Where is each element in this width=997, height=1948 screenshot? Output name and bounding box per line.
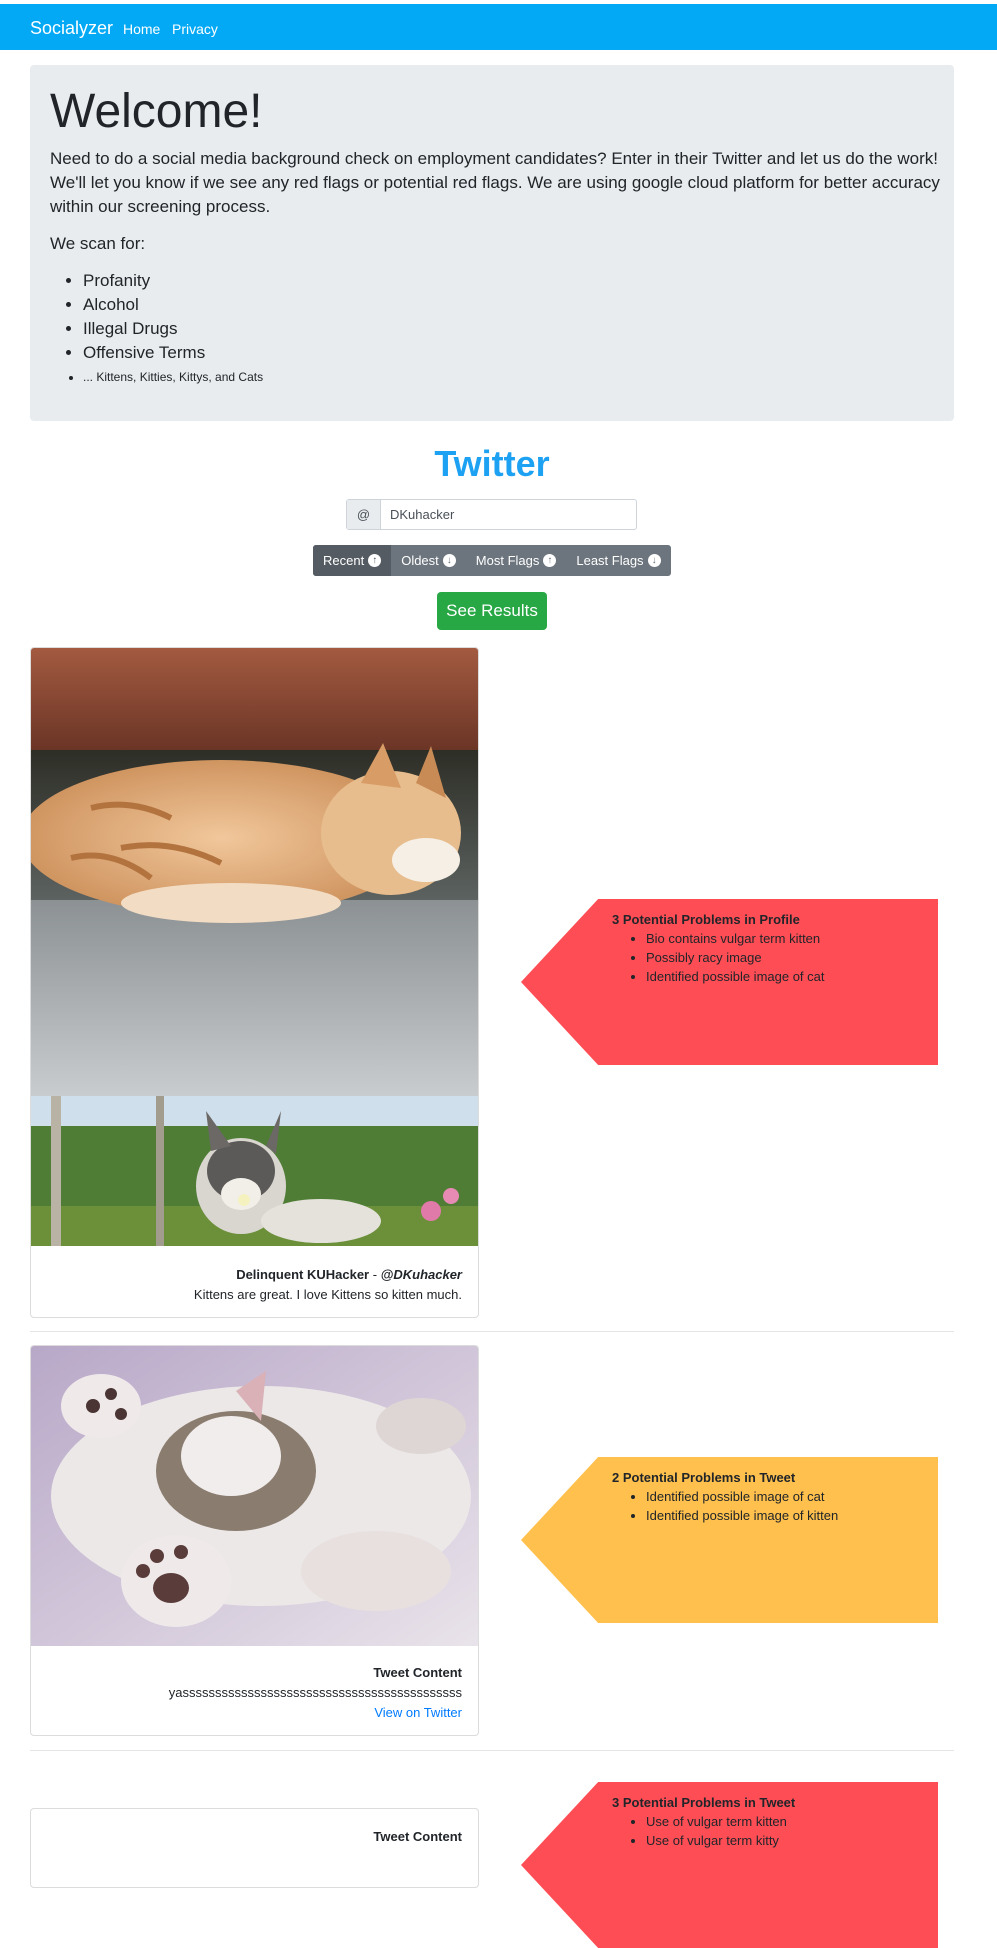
kitten-paws-photo [31,1346,478,1646]
sort-oldest-label: Oldest [401,553,439,568]
arrow-down-circle-icon: ↓ [647,554,661,567]
problem-item: Identified possible image of kitten [646,1506,838,1525]
problems-list: Identified possible image of cat Identif… [612,1487,838,1525]
tweet-problems-callout: 2 Potential Problems in Tweet Identified… [521,1457,938,1623]
handle-input-group: @ [346,499,637,530]
profile-bio: Kittens are great. I love Kittens so kit… [193,1287,462,1302]
twitter-heading: Twitter [434,443,550,484]
tweet-card: Tweet Content yassssssssssssssssssssssss… [30,1345,479,1736]
brand-logo-link[interactable]: Socialyzer [30,18,113,39]
welcome-jumbotron: Welcome! Need to do a social media backg… [30,65,954,421]
tweet-card-body: Tweet Content [373,1827,462,1847]
arrow-down-circle-icon: ↓ [442,554,456,567]
nav-link-privacy[interactable]: Privacy [172,21,218,37]
scan-item: Offensive Terms [83,341,263,365]
sort-least-flags-button[interactable]: Least Flags ↓ [566,545,670,576]
problems-list: Use of vulgar term kitten Use of vulgar … [612,1812,795,1850]
problem-item: Use of vulgar term kitty [646,1831,795,1850]
name-separator: - [369,1267,381,1282]
tweet-content-title: Tweet Content [373,1829,462,1844]
sort-recent-button[interactable]: Recent ↑ [313,545,392,576]
profile-problems-callout: 3 Potential Problems in Profile Bio cont… [521,899,938,1065]
sort-button-group: Recent ↑ Oldest ↓ Most Flags ↑ Least Fla… [313,545,671,576]
sleeping-orange-kitten-photo [31,648,478,1096]
profile-handle: @DKuhacker [380,1267,462,1282]
result-divider [30,1331,954,1332]
nav-link-home[interactable]: Home [123,21,160,37]
arrow-up-circle-icon: ↑ [543,554,557,567]
view-on-twitter-link[interactable]: View on Twitter [169,1703,462,1723]
problem-item: Use of vulgar term kitten [646,1812,795,1831]
see-results-button[interactable]: See Results [437,592,547,630]
arrow-up-circle-icon: ↑ [368,554,382,567]
scan-item: Profanity [83,269,263,293]
sort-most-flags-label: Most Flags [475,553,540,568]
sort-least-flags-label: Least Flags [576,553,644,568]
scan-item: ... Kittens, Kitties, Kittys, and Cats [83,365,263,389]
twitter-handle-input[interactable] [381,500,631,529]
sort-most-flags-button[interactable]: Most Flags ↑ [466,545,567,576]
kitten-smelling-flower-photo [31,1096,478,1246]
scan-item: Alcohol [83,293,263,317]
scan-list: Profanity Alcohol Illegal Drugs Offensiv… [50,269,263,389]
problem-item: Possibly racy image [646,948,825,967]
tweet-card: Tweet Content [30,1808,479,1888]
tweet-content-title: Tweet Content [373,1665,462,1680]
profile-card-body: Delinquent KUHacker - @DKuhacker Kittens… [194,1265,462,1305]
problems-title: 3 Potential Problems in Profile [612,912,800,927]
tweet-card-body: Tweet Content yassssssssssssssssssssssss… [169,1663,462,1723]
problems-title: 2 Potential Problems in Tweet [612,1470,796,1485]
profile-card: Delinquent KUHacker - @DKuhacker Kittens… [30,647,479,1318]
tweet-problems-callout: 3 Potential Problems in Tweet Use of vul… [521,1782,938,1948]
problem-item: Identified possible image of cat [646,967,825,986]
problems-list: Bio contains vulgar term kitten Possibly… [612,929,825,986]
problem-item: Bio contains vulgar term kitten [646,929,825,948]
sort-oldest-button[interactable]: Oldest ↓ [391,545,466,576]
profile-name-line: Delinquent KUHacker - @DKuhacker [194,1265,462,1285]
welcome-title: Welcome! [50,85,263,138]
scan-item: Illegal Drugs [83,317,263,341]
profile-display-name: Delinquent KUHacker [236,1267,370,1282]
navbar: Socialyzer Home Privacy [0,4,997,50]
intro-text: Need to do a social media background che… [50,149,940,216]
tweet-text: yassssssssssssssssssssssssssssssssssssss… [168,1685,462,1700]
problems-title: 3 Potential Problems in Tweet [612,1795,796,1810]
at-sign-prefix: @ [347,500,381,529]
sort-recent-label: Recent [323,553,365,568]
result-divider [30,1750,954,1751]
scan-label: We scan for: [50,234,146,253]
problem-item: Identified possible image of cat [646,1487,838,1506]
